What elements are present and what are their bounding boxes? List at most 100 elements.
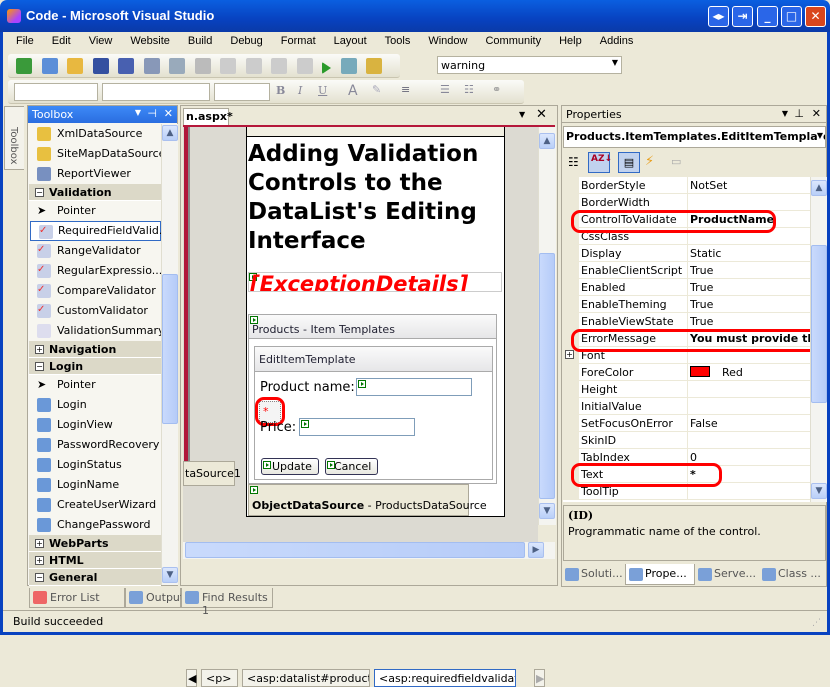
property-row-forecolor[interactable]: ForeColor Red (563, 364, 810, 381)
toolbox-item[interactable]: ✓ CustomValidator (29, 301, 161, 321)
tab-output[interactable]: Output (125, 588, 184, 608)
menu-edit[interactable]: Edit (39, 32, 76, 47)
scroll-thumb[interactable] (539, 253, 555, 499)
scroll-thumb[interactable] (162, 274, 178, 424)
properties-view-icon[interactable]: ▤ (618, 152, 640, 173)
scroll-up-icon[interactable]: ▲ (811, 180, 827, 196)
editor-close-icon[interactable]: ✕ (536, 107, 547, 122)
toolbox-scrollbar[interactable]: ▲ ▼ (161, 124, 178, 585)
object-selector[interactable]: Products.ItemTemplates.EditItemTemplate … (563, 126, 826, 148)
underline-icon[interactable]: U (318, 84, 327, 97)
collapse-icon[interactable]: − (35, 188, 44, 197)
dock-icon[interactable]: ⇥ (732, 6, 753, 27)
fore-color-icon[interactable]: A (348, 83, 358, 99)
hscroll-thumb[interactable] (185, 542, 525, 558)
new-project-icon[interactable] (16, 58, 32, 74)
property-value[interactable]: Red (690, 366, 810, 379)
toolbox-item[interactable]: ➤ Pointer (29, 201, 161, 221)
expand-icon[interactable]: + (565, 350, 574, 359)
tab-properties[interactable]: Prope... (625, 564, 695, 585)
breadcrumb-item[interactable]: <asp:requiredfieldvalidat...> (374, 669, 516, 687)
menu-tools[interactable]: Tools (372, 32, 416, 47)
scroll-down-icon[interactable]: ▼ (162, 567, 178, 583)
scroll-down-icon[interactable]: ▼ (811, 483, 827, 499)
menu-format[interactable]: Format (268, 32, 321, 47)
smart-tag-icon[interactable] (250, 316, 258, 324)
property-value[interactable]: True (690, 264, 810, 277)
font-name-combo[interactable] (102, 83, 210, 101)
find-in-files-icon[interactable] (366, 58, 382, 74)
object-datasource[interactable]: ObjectDataSource - ProductsDataSource (248, 484, 487, 516)
ods-left-box[interactable]: taSource1 (183, 461, 241, 486)
datalist[interactable]: Products - Item Templates EditItemTempla… (248, 314, 497, 484)
font-size-combo[interactable] (214, 83, 270, 101)
property-value[interactable]: True (690, 281, 810, 294)
property-value[interactable]: False (690, 417, 810, 430)
property-value[interactable]: True (690, 298, 810, 311)
toolbox-item[interactable]: LoginView (29, 415, 161, 435)
undo-icon[interactable] (220, 58, 236, 74)
menu-file[interactable]: File (3, 32, 39, 47)
nav-icon[interactable]: ◂▸ (708, 6, 729, 27)
toolbox-close-icon[interactable]: ✕ (164, 107, 173, 120)
cut-icon[interactable] (143, 58, 160, 74)
toolbox-item[interactable]: ✓ RegularExpressio... (29, 261, 162, 281)
close-button[interactable]: ✕ (805, 6, 826, 27)
menu-help[interactable]: Help (546, 32, 587, 47)
tab-class-view[interactable]: Class ... (759, 564, 823, 585)
toolbox-item[interactable]: PasswordRecovery (29, 435, 161, 455)
toolbox-category-html[interactable]: + HTML (29, 552, 161, 569)
expand-icon[interactable]: + (35, 556, 44, 565)
toolbox-category-login[interactable]: − Login (29, 358, 161, 375)
toolbox-item[interactable]: LoginStatus (29, 455, 161, 475)
toolbox-category-validation[interactable]: − Validation (29, 184, 161, 201)
start-debug-icon[interactable] (322, 62, 331, 74)
property-value[interactable]: Static (690, 247, 810, 260)
open-icon[interactable] (67, 58, 83, 74)
crumb-scroll-left[interactable]: ◀ (186, 669, 197, 687)
collapse-icon[interactable]: − (35, 573, 44, 582)
menu-addins[interactable]: Addins (587, 32, 639, 47)
scroll-down-icon[interactable]: ▼ (539, 503, 555, 519)
menu-debug[interactable]: Debug (217, 32, 267, 47)
categorized-icon[interactable]: ☷ (568, 155, 579, 169)
properties-menu-icon[interactable]: ▼ (782, 109, 788, 118)
toolbox-pin-icon[interactable]: ⊣ (147, 107, 157, 120)
minimize-button[interactable]: _ (757, 6, 778, 27)
numbering-icon[interactable]: ☷ (464, 83, 474, 96)
property-value[interactable]: True (690, 315, 810, 328)
toolbox-item[interactable]: LoginName (29, 475, 161, 495)
toolbox-item[interactable]: ✓ RequiredFieldValid... (30, 221, 169, 241)
menu-community[interactable]: Community (472, 32, 546, 47)
justify-icon[interactable]: ≡ (401, 83, 410, 96)
property-row-enableviewstate[interactable]: EnableViewState True (563, 313, 810, 330)
italic-icon[interactable]: I (298, 84, 302, 97)
scroll-right-icon[interactable]: ▶ (528, 542, 544, 558)
properties-close-icon[interactable]: ✕ (812, 107, 821, 120)
toolbox-item[interactable]: SiteMapDataSource (29, 144, 165, 164)
resize-grip-icon[interactable]: ⋰ (812, 618, 821, 628)
cancel-button[interactable]: Cancel (325, 458, 378, 475)
toolbox-item[interactable]: ValidationSummary (29, 321, 164, 341)
menu-window[interactable]: Window (415, 32, 472, 47)
update-button[interactable]: Update (261, 458, 319, 475)
toolbox-category-webparts[interactable]: + WebParts (29, 535, 161, 552)
tab-error-list[interactable]: Error List (29, 588, 125, 608)
expand-icon[interactable]: + (35, 345, 44, 354)
redo-icon[interactable] (245, 58, 262, 74)
property-row-initialvalue[interactable]: InitialValue (563, 398, 810, 415)
save-icon[interactable] (92, 58, 109, 74)
smart-tag-icon[interactable] (250, 486, 258, 494)
menu-layout[interactable]: Layout (321, 32, 372, 47)
menu-view[interactable]: View (76, 32, 118, 47)
find-combo[interactable]: warning ▼ (437, 56, 622, 74)
property-row-height[interactable]: Height (563, 381, 810, 398)
save-all-icon[interactable] (118, 58, 134, 74)
add-item-icon[interactable] (41, 58, 58, 74)
hyperlink-icon[interactable]: ⚭ (492, 83, 501, 96)
tab-solution-explorer[interactable]: Soluti... (562, 564, 625, 585)
property-row-enabled[interactable]: Enabled True (563, 279, 810, 296)
view-browser-icon[interactable] (340, 58, 357, 74)
toolbox-item[interactable]: ✓ CompareValidator (29, 281, 161, 301)
property-row-setfocusonerror[interactable]: SetFocusOnError False (563, 415, 810, 432)
